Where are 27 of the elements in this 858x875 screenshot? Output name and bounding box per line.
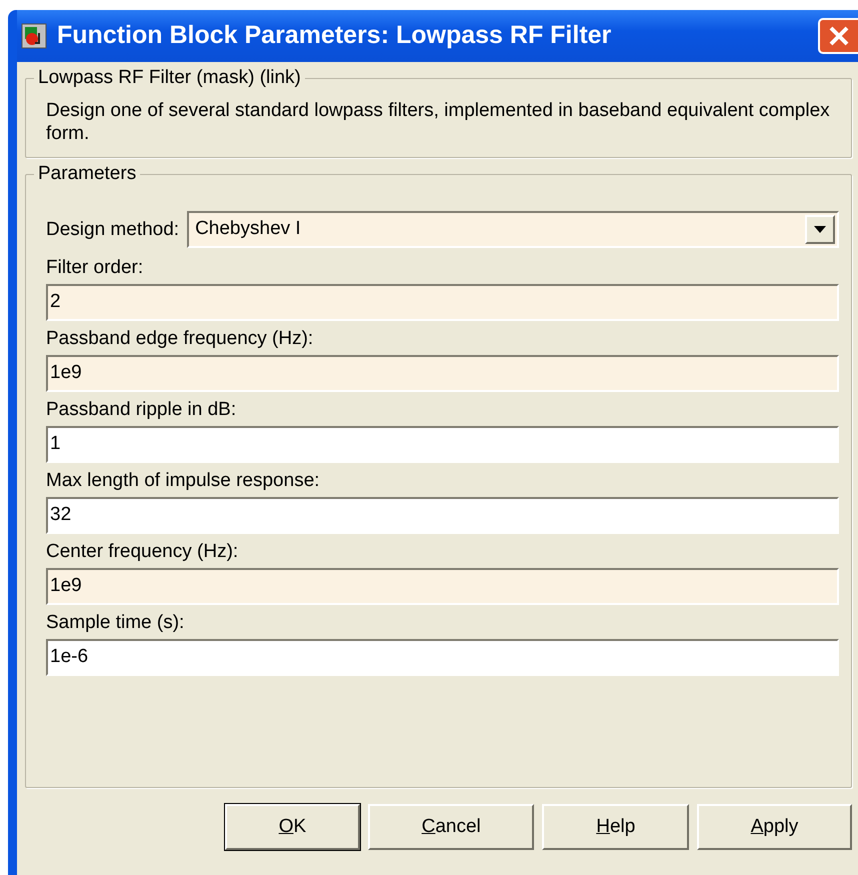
input-field[interactable]: 1e9 bbox=[46, 355, 839, 392]
field-label: Center frequency (Hz): bbox=[46, 540, 240, 564]
dropdown-value: Chebyshev I bbox=[194, 217, 301, 242]
field-label: Max length of impulse response: bbox=[46, 469, 321, 493]
field-label: Filter order: bbox=[46, 256, 144, 280]
field-label: Passband edge frequency (Hz): bbox=[46, 327, 314, 351]
design-method-dropdown[interactable]: Chebyshev I bbox=[187, 211, 839, 248]
block-icon bbox=[21, 23, 47, 49]
input-field[interactable]: 32 bbox=[46, 497, 839, 534]
caret-icon bbox=[814, 226, 826, 233]
field-label: Passband ripple in dB: bbox=[46, 398, 238, 422]
field-label: Sample time (s): bbox=[46, 611, 186, 635]
window-title: Function Block Parameters: Lowpass RF Filter bbox=[57, 20, 612, 52]
dialog-button[interactable]: Cancel bbox=[368, 804, 534, 850]
input-field[interactable]: 1 bbox=[46, 426, 839, 463]
input-field[interactable]: 1e9 bbox=[46, 568, 839, 605]
field-label: Design method: bbox=[46, 218, 180, 242]
close-button[interactable] bbox=[818, 18, 858, 54]
dialog-button[interactable]: Apply bbox=[697, 804, 852, 850]
group-title: Lowpass RF Filter (mask) (link) bbox=[34, 66, 305, 90]
dropdown-button[interactable] bbox=[805, 215, 835, 244]
description-text: Design one of several standard lowpass filters, implemented in baseband equivalent complex form. bbox=[46, 99, 831, 145]
close-icon bbox=[827, 24, 851, 48]
input-field[interactable]: 1e-6 bbox=[46, 639, 839, 676]
input-field[interactable]: 2 bbox=[46, 284, 839, 321]
dialog-button[interactable]: OK bbox=[224, 804, 360, 850]
dialog-button[interactable]: Help bbox=[542, 804, 690, 850]
